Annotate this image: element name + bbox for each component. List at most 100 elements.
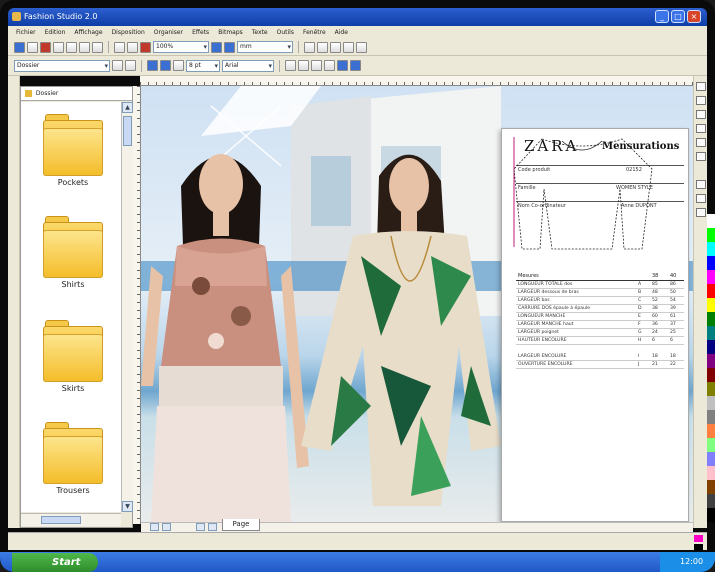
fill-tool-icon[interactable] [696,194,706,203]
color-swatch[interactable] [707,494,715,508]
color-swatch[interactable] [707,438,715,452]
panel-vertical-scrollbar[interactable]: ▲ ▼ [121,102,133,512]
color-swatch[interactable] [707,270,715,284]
minimize-button[interactable]: _ [655,10,669,23]
zoom-select[interactable]: 100% [153,41,209,53]
object-select[interactable]: Dossier [14,59,110,72]
freehand-tool-icon[interactable] [696,124,706,133]
menu-item[interactable]: Outils [277,26,294,39]
menu-item[interactable]: Aide [335,26,348,39]
folder-item[interactable]: Shirts [37,216,109,289]
ellipse-tool-icon[interactable] [696,152,706,161]
paste-icon[interactable] [92,41,103,53]
color-swatch[interactable] [707,466,715,480]
scroll-thumb[interactable] [123,116,132,146]
color-swatch[interactable] [707,508,715,522]
prev-page-icon[interactable] [162,523,171,531]
menu-item[interactable]: Organiser [154,26,183,39]
folder-item[interactable]: Skirts [37,320,109,393]
align-icon[interactable] [304,41,315,53]
cut-icon[interactable] [66,41,77,53]
color-swatch[interactable] [707,242,715,256]
folder-item[interactable]: Trousers [37,422,109,495]
zoom-tool-icon[interactable] [696,110,706,119]
open-icon[interactable] [27,41,38,53]
fill-icon[interactable] [298,60,309,71]
undo-icon[interactable] [114,41,125,53]
outline-tool-icon[interactable] [696,208,706,217]
outline-icon[interactable] [285,60,296,71]
color-swatch[interactable] [707,326,715,340]
position-icon[interactable] [125,60,136,71]
color-swatch[interactable] [707,424,715,438]
menu-item[interactable]: Edition [45,26,66,39]
color-swatch[interactable] [707,354,715,368]
folder-item[interactable]: Pockets [37,114,109,187]
copy-icon[interactable] [79,41,90,53]
table-row: LARGEUR ENCOLURE I 18 18 [516,353,684,361]
color-swatch[interactable] [707,368,715,382]
color-swatch[interactable] [707,312,715,326]
window-titlebar[interactable]: Fashion Studio 2.0 _ □ × [8,8,707,26]
table-icon[interactable] [337,60,348,71]
grid-icon[interactable] [311,60,322,71]
group-icon[interactable] [317,41,328,53]
start-button[interactable]: Start [12,553,98,572]
menu-item[interactable]: Fenêtre [303,26,326,39]
color-swatch[interactable] [707,396,715,410]
rotate-icon[interactable] [356,41,367,53]
page-tab[interactable]: Page [222,519,260,531]
lock-icon[interactable] [112,60,123,71]
chart-icon[interactable] [350,60,361,71]
size-select[interactable]: 8 pt [186,59,220,72]
spec-sheet[interactable]: ZARA Mensurations Code produit 02152 Fami… [501,128,689,522]
scroll-thumb[interactable] [41,516,81,524]
menu-item[interactable]: Texte [252,26,268,39]
drawing-canvas[interactable]: ZARA Mensurations Code produit 02152 Fami… [141,86,693,522]
color-swatch[interactable] [707,340,715,354]
menu-item[interactable]: Fichier [16,26,36,39]
layout-icon[interactable] [160,60,171,71]
new-file-icon[interactable] [14,41,25,53]
snap-icon[interactable] [324,60,335,71]
scroll-down-icon[interactable]: ▼ [122,501,133,512]
library-path[interactable]: Dossier [36,90,58,97]
color-swatch[interactable] [707,410,715,424]
zoom-in-icon[interactable] [211,41,222,53]
ungroup-icon[interactable] [330,41,341,53]
close-button[interactable]: × [687,10,701,23]
outline-color-indicator [694,544,703,551]
color-swatch[interactable] [707,452,715,466]
zoom-out-icon[interactable] [224,41,235,53]
redo-icon[interactable] [127,41,138,53]
shape-tool-icon[interactable] [696,96,706,105]
text-icon[interactable] [173,60,184,71]
first-page-icon[interactable] [150,523,159,531]
units-select[interactable]: mm [237,41,293,53]
print-icon[interactable] [53,41,64,53]
color-swatch[interactable] [707,228,715,242]
color-swatch[interactable] [707,284,715,298]
color-swatch[interactable] [707,298,715,312]
menu-item[interactable]: Effets [192,26,209,39]
import-icon[interactable] [140,41,151,53]
next-page-icon[interactable] [196,523,205,531]
pick-tool-icon[interactable] [696,82,706,91]
last-page-icon[interactable] [208,523,217,531]
color-swatch[interactable] [707,480,715,494]
mirror-icon[interactable] [343,41,354,53]
maximize-button[interactable]: □ [671,10,685,23]
color-swatch[interactable] [707,214,715,228]
menu-item[interactable]: Bitmaps [218,26,243,39]
rectangle-tool-icon[interactable] [696,138,706,147]
color-swatch[interactable] [707,382,715,396]
font-select[interactable]: Arial [222,59,274,72]
menu-item[interactable]: Disposition [112,26,145,39]
text-tool-icon[interactable] [696,180,706,189]
scroll-up-icon[interactable]: ▲ [122,102,133,113]
panel-horizontal-scrollbar[interactable] [21,513,121,526]
save-icon[interactable] [40,41,51,53]
menu-item[interactable]: Affichage [74,26,102,39]
frame-icon[interactable] [147,60,158,71]
color-swatch[interactable] [707,256,715,270]
